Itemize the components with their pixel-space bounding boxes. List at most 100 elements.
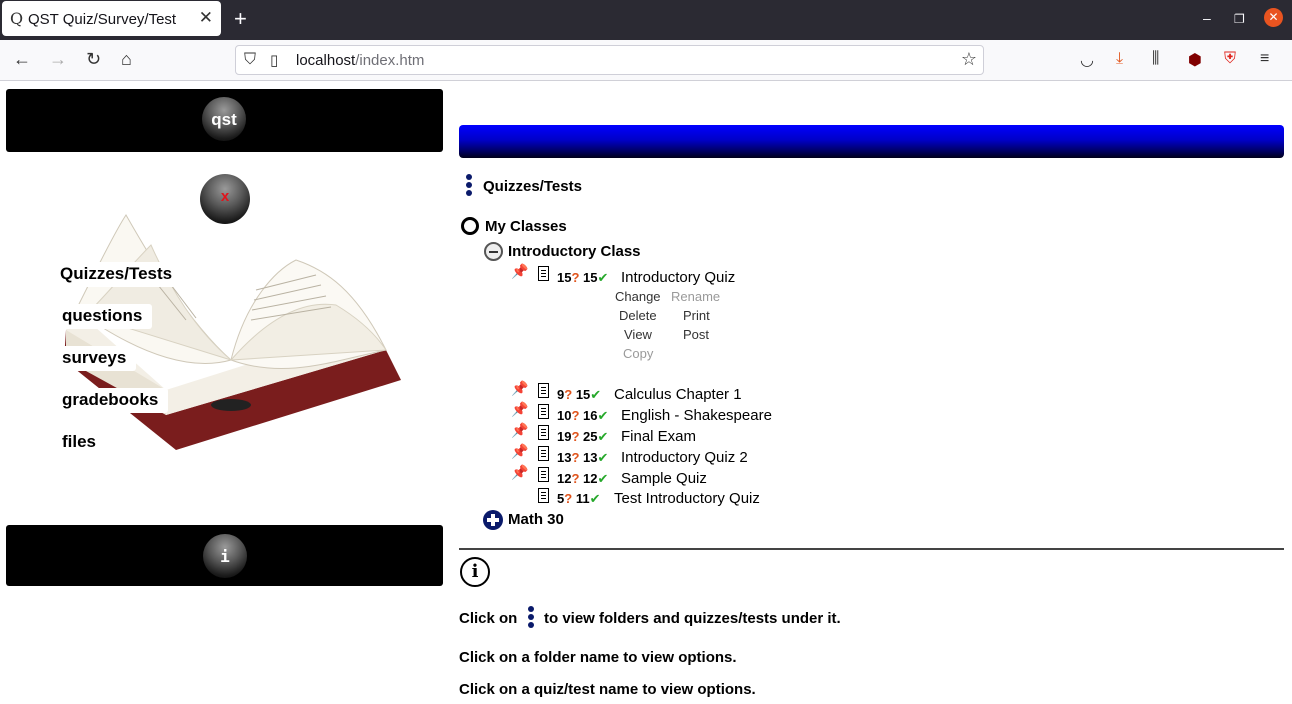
library-icon[interactable]: ⫼ (1152, 50, 1159, 68)
help-line-1-after: to view folders and quizzes/tests under … (544, 610, 841, 627)
pin-icon[interactable]: 📌 (511, 422, 528, 439)
quiz-stats: 13? 13✔ (557, 450, 608, 466)
quiz-stats: 12? 12✔ (557, 471, 608, 487)
url-host: localhost (296, 52, 356, 69)
option-print[interactable]: Print (683, 308, 710, 323)
pin-icon[interactable]: 📌 (511, 443, 528, 460)
quiz-test-introductory-quiz[interactable]: Test Introductory Quiz (614, 490, 760, 507)
option-copy[interactable]: Copy (623, 346, 653, 361)
question-mark: ? (571, 471, 580, 486)
qst-logo-orb[interactable]: qst (202, 97, 246, 141)
tab-favicon-icon: Q (10, 9, 24, 28)
menu-gradebooks[interactable]: gradebooks (56, 388, 169, 413)
quiz-document-icon (538, 488, 549, 503)
help-line-1: Click on (459, 610, 517, 627)
expand-plus-icon[interactable] (483, 510, 503, 530)
question-mark: ? (564, 491, 573, 506)
pocket-icon[interactable]: ◡ (1080, 50, 1094, 70)
question-count: 19 (557, 429, 572, 444)
folder-my-classes[interactable]: My Classes (485, 218, 567, 235)
quiz-sample-quiz[interactable]: Sample Quiz (621, 470, 707, 487)
info-bar: i (6, 525, 443, 586)
check-icon: ✔ (590, 387, 602, 402)
complete-count: 25 (583, 429, 598, 444)
expand-dots-icon[interactable] (464, 174, 474, 198)
pin-icon[interactable]: 📌 (511, 401, 528, 418)
complete-count: 11 (575, 491, 590, 506)
quiz-stats: 5? 11✔ (557, 491, 600, 507)
check-icon: ✔ (597, 408, 609, 423)
check-icon: ✔ (589, 491, 601, 506)
section-title: Quizzes/Tests (483, 178, 582, 195)
question-count: 15 (557, 270, 572, 285)
window-close-icon[interactable]: ✕ (1264, 8, 1283, 27)
question-mark: ? (571, 429, 580, 444)
option-delete[interactable]: Delete (619, 308, 657, 323)
quiz-stats: 15? 15✔ (557, 270, 608, 286)
close-orb-label: x (220, 188, 230, 205)
app-menu-icon[interactable]: ≡ (1260, 50, 1269, 68)
url-bar[interactable]: ⛉ ▯ localhost/index.htm ☆ (235, 45, 984, 75)
help-line-1-before: Click on (459, 610, 518, 627)
tab-close-icon[interactable]: ✕ (199, 8, 213, 28)
tracking-shield-icon[interactable]: ⛉ (244, 51, 256, 69)
download-icon[interactable]: ⤓ (1116, 50, 1123, 68)
menu-surveys[interactable]: surveys (56, 346, 137, 371)
question-mark: ? (564, 387, 573, 402)
tab-title: QST Quiz/Survey/Test (28, 11, 177, 28)
quiz-stats: 10? 16✔ (557, 408, 608, 424)
quiz-document-icon (538, 467, 549, 482)
quiz-introductory-quiz[interactable]: Introductory Quiz (621, 269, 735, 286)
ublock-icon[interactable]: ⬢ (1188, 50, 1202, 70)
pin-icon[interactable]: 📌 (511, 464, 528, 481)
url-text[interactable]: localhost/index.htm (296, 52, 424, 69)
back-arrow-icon[interactable]: ← (13, 49, 31, 70)
page-info-icon[interactable]: ▯ (270, 51, 278, 69)
help-line-3: Click on a quiz/test name to view option… (459, 681, 756, 698)
menu-quizzes-tests[interactable]: Quizzes/Tests (54, 262, 183, 287)
reload-icon[interactable]: ↻ (86, 49, 101, 70)
header-bar (459, 125, 1284, 158)
question-mark: ? (571, 408, 580, 423)
quiz-final-exam[interactable]: Final Exam (621, 428, 696, 445)
folder-introductory-class[interactable]: Introductory Class (508, 243, 641, 260)
menu-files[interactable]: files (56, 430, 106, 455)
option-rename[interactable]: Rename (671, 289, 720, 304)
collapse-minus-icon[interactable] (484, 242, 503, 261)
question-mark: ? (571, 270, 580, 285)
pin-icon[interactable]: 📌 (511, 263, 528, 280)
info-orb-button[interactable]: i (203, 534, 247, 578)
privacy-badger-icon[interactable]: ⛨ (1224, 50, 1236, 68)
forward-arrow-icon[interactable]: → (49, 49, 67, 70)
quiz-stats: 9? 15✔ (557, 387, 601, 403)
folder-math-30[interactable]: Math 30 (508, 511, 564, 528)
quiz-document-icon (538, 404, 549, 419)
pin-icon[interactable]: 📌 (511, 380, 528, 397)
question-mark: ? (571, 450, 580, 465)
complete-count: 12 (583, 471, 598, 486)
menu-questions[interactable]: questions (56, 304, 153, 329)
folder-open-circle-icon[interactable] (461, 217, 479, 235)
quiz-document-icon (538, 446, 549, 461)
restore-icon[interactable]: ❐ (1234, 12, 1245, 26)
quiz-calculus-chapter-1[interactable]: Calculus Chapter 1 (614, 386, 742, 403)
option-view[interactable]: View (624, 327, 652, 342)
quiz-introductory-quiz-2[interactable]: Introductory Quiz 2 (621, 449, 748, 466)
open-book-image (64, 214, 401, 450)
browser-nav-bar: ← → ↻ ⌂ ⛉ ▯ localhost/index.htm ☆ ◡ ⤓ ⫼ … (0, 40, 1292, 81)
check-icon: ✔ (597, 471, 609, 486)
question-count: 12 (557, 471, 572, 486)
bookmark-star-icon[interactable]: ☆ (961, 49, 977, 70)
quiz-english-shakespeare[interactable]: English - Shakespeare (621, 407, 772, 424)
info-orb-label: i (220, 547, 230, 566)
quiz-stats: 19? 25✔ (557, 429, 608, 445)
url-path: /index.htm (355, 52, 425, 69)
minimize-icon[interactable]: – (1203, 10, 1211, 26)
option-post[interactable]: Post (683, 327, 709, 342)
qst-logo-label: qst (211, 110, 237, 129)
browser-tab[interactable]: Q QST Quiz/Survey/Test ✕ (2, 1, 221, 36)
home-icon[interactable]: ⌂ (121, 49, 132, 70)
new-tab-icon[interactable]: + (234, 6, 247, 32)
complete-count: 15 (575, 387, 591, 402)
option-change[interactable]: Change (615, 289, 661, 304)
